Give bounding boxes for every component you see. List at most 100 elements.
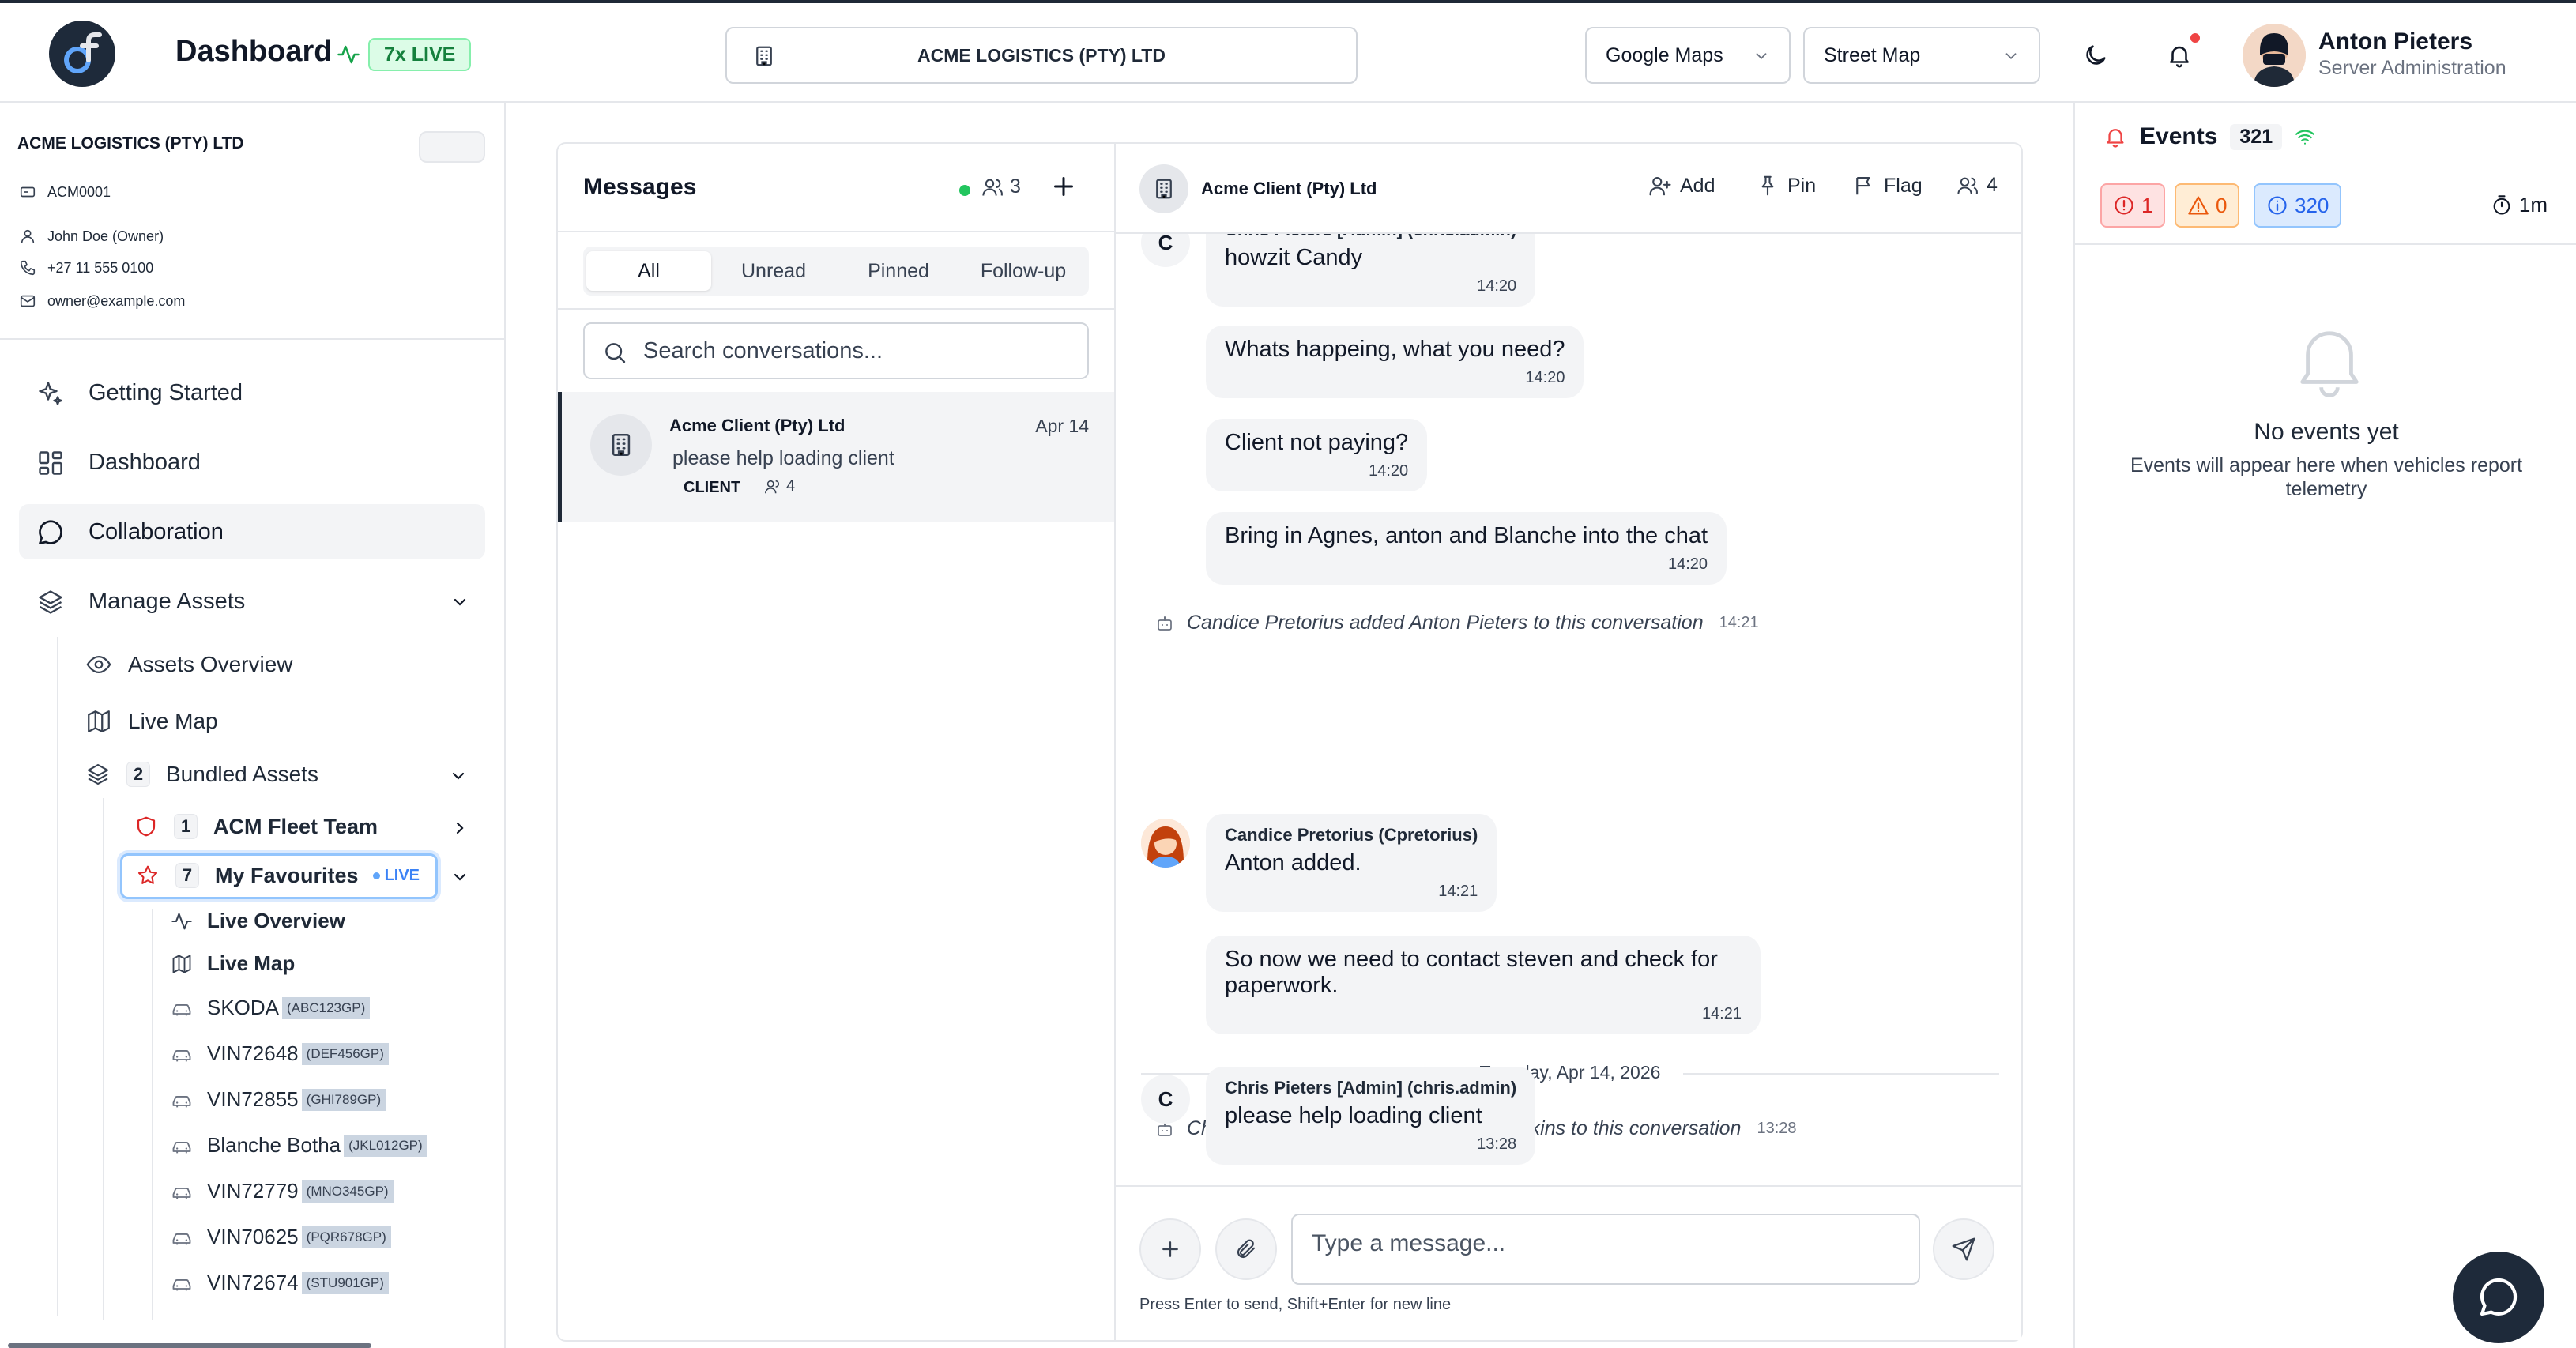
vehicle-item[interactable]: VIN72779 (MNO345GP) <box>171 1179 394 1203</box>
org-panel-toggle[interactable] <box>419 131 485 163</box>
separator-line <box>1683 1073 1999 1075</box>
message-bubble: Client not paying? 14:20 <box>1206 419 1428 491</box>
layers-icon <box>87 763 109 785</box>
eye-icon <box>86 655 111 674</box>
map-style-dropdown[interactable]: Street Map <box>1803 27 2040 84</box>
org-code: ACM0001 <box>47 183 111 200</box>
tab-pinned[interactable]: Pinned <box>836 251 961 291</box>
vehicle-item[interactable]: VIN70625 (PQR678GP) <box>171 1225 391 1249</box>
chevron-down-icon <box>454 873 466 881</box>
vehicle-item[interactable]: SKODA (ABC123GP) <box>171 996 371 1020</box>
vehicle-item[interactable]: VIN72648 (DEF456GP) <box>171 1041 389 1066</box>
message-bubble: Chris Pieters [Admin] (chris.admin) howz… <box>1206 234 1536 307</box>
nav-item-live-map[interactable]: Live Map <box>85 708 218 735</box>
nav-item-dashboard[interactable]: Dashboard <box>19 435 485 490</box>
divider <box>558 308 1116 310</box>
message-sender: Chris Pieters [Admin] (chris.admin) <box>1225 1078 1517 1098</box>
search-conversations-input[interactable]: Search conversations... <box>583 322 1089 379</box>
avatar-image <box>1141 819 1190 868</box>
sidebar-scrollbar[interactable] <box>8 1343 371 1348</box>
nav-item-my-favourites[interactable]: 7 My Favourites LIVE <box>136 863 476 888</box>
composer-hint: Press Enter to send, Shift+Enter for new… <box>1139 1296 1452 1313</box>
map-provider-dropdown[interactable]: Google Maps <box>1585 27 1791 84</box>
vehicle-name: VIN70625 <box>207 1225 299 1248</box>
activity-icon <box>171 913 192 929</box>
sidebar: ACME LOGISTICS (PTY) LTD ACM0001 John Do… <box>0 103 506 1348</box>
message-time: 14:21 <box>1701 1005 1742 1022</box>
car-icon <box>172 1278 191 1290</box>
message-input[interactable]: Type a message... <box>1291 1214 1920 1285</box>
chat-launcher-button[interactable] <box>2453 1252 2544 1343</box>
tab-unread[interactable]: Unread <box>711 251 836 291</box>
add-attachment-button[interactable] <box>1139 1218 1201 1280</box>
company-name: ACME LOGISTICS (PTY) LTD <box>917 44 1166 66</box>
chevron-down-icon <box>1756 53 1767 60</box>
users-icon <box>982 179 1003 196</box>
chevron-right-icon <box>456 822 464 834</box>
timer-icon <box>2493 194 2510 215</box>
nav-item-getting-started[interactable]: Getting Started <box>19 365 485 420</box>
events-count: 321 <box>2230 123 2283 150</box>
nav-item-manage-assets[interactable]: Manage Assets <box>19 574 485 629</box>
vehicle-name: VIN72674 <box>207 1271 299 1294</box>
nav-item-assets-overview[interactable]: Assets Overview <box>85 651 293 678</box>
message-bubble: Bring in Agnes, anton and Blanche into t… <box>1206 512 1727 585</box>
info-filter-badge[interactable]: 320 <box>2254 183 2342 228</box>
system-text: Candice Pretorius added Anton Pieters to… <box>1187 612 1704 634</box>
nav-item-bundled-assets[interactable]: 2 Bundled Assets <box>85 762 473 787</box>
user-avatar[interactable] <box>2243 24 2306 87</box>
activity-icon <box>337 45 360 64</box>
members-button[interactable]: 4 <box>1956 174 1998 197</box>
warning-count: 0 <box>2216 193 2228 217</box>
vehicle-name: VIN72779 <box>207 1179 299 1203</box>
plus-icon[interactable] <box>1049 172 1078 201</box>
org-phone: +27 11 555 0100 <box>47 259 154 276</box>
refresh-interval[interactable]: 1m <box>2491 193 2548 217</box>
tree-line <box>152 909 153 1320</box>
vehicle-plate: (JKL012GP) <box>344 1134 427 1157</box>
vehicle-item[interactable]: VIN72674 (STU901GP) <box>171 1271 389 1295</box>
conversation-item[interactable]: Acme Client (Pty) Ltd Apr 14 please help… <box>558 392 1114 522</box>
live-label: LIVE <box>384 866 420 884</box>
message-circle-icon <box>39 520 62 544</box>
avatar: C <box>1141 234 1190 267</box>
nav-item-acm-fleet-team[interactable]: 1 ACM Fleet Team <box>134 814 474 839</box>
message-bubble: Chris Pieters [Admin] (chris.admin) plea… <box>1206 1067 1536 1165</box>
building-icon <box>612 433 631 457</box>
message-thread[interactable]: C Chris Pieters [Admin] (chris.admin) ho… <box>1116 234 2021 1182</box>
pin-button[interactable]: Pin <box>1756 174 1816 198</box>
flag-button[interactable]: Flag <box>1852 174 1923 198</box>
pin-icon <box>1761 175 1774 196</box>
tab-all[interactable]: All <box>586 251 711 291</box>
critical-filter-badge[interactable]: 1 <box>2100 183 2166 228</box>
app-logo[interactable] <box>49 21 115 87</box>
message-time: 14:21 <box>1438 883 1478 900</box>
tab-follow-up[interactable]: Follow-up <box>961 251 1086 291</box>
attach-file-button[interactable] <box>1215 1218 1277 1280</box>
send-button[interactable] <box>1933 1218 1994 1280</box>
warning-filter-badge[interactable]: 0 <box>2175 183 2240 228</box>
vehicle-name: VIN72648 <box>207 1041 299 1065</box>
live-count-badge: 7x LIVE <box>368 38 472 71</box>
avatar-image <box>2243 24 2306 87</box>
company-selector[interactable]: ACME LOGISTICS (PTY) LTD <box>725 27 1358 84</box>
bell-icon <box>2300 331 2359 397</box>
message-time: 14:20 <box>1477 277 1517 295</box>
bot-icon <box>1158 616 1172 631</box>
add-member-button[interactable]: Add <box>1648 174 1715 198</box>
bell-icon <box>2170 46 2189 68</box>
vehicle-item[interactable]: Blanche Botha (JKL012GP) <box>171 1133 427 1158</box>
nav-item-favourites-live-map[interactable]: Live Map <box>171 951 295 976</box>
chevron-down-icon <box>454 598 466 606</box>
system-time: 14:21 <box>1719 614 1759 631</box>
vehicle-plate: (ABC123GP) <box>282 996 371 1019</box>
star-icon <box>137 865 158 884</box>
nav-item-collaboration[interactable]: Collaboration <box>19 504 485 559</box>
layers-icon <box>39 590 62 614</box>
vehicle-item[interactable]: VIN72855 (GHI789GP) <box>171 1087 386 1112</box>
nav-label: Live Map <box>128 709 218 733</box>
message-bubble: So now we need to contact steven and che… <box>1206 936 1761 1034</box>
phone-icon <box>20 260 36 276</box>
nav-item-live-overview[interactable]: Live Overview <box>171 909 345 933</box>
theme-toggle-button[interactable] <box>2078 38 2113 73</box>
